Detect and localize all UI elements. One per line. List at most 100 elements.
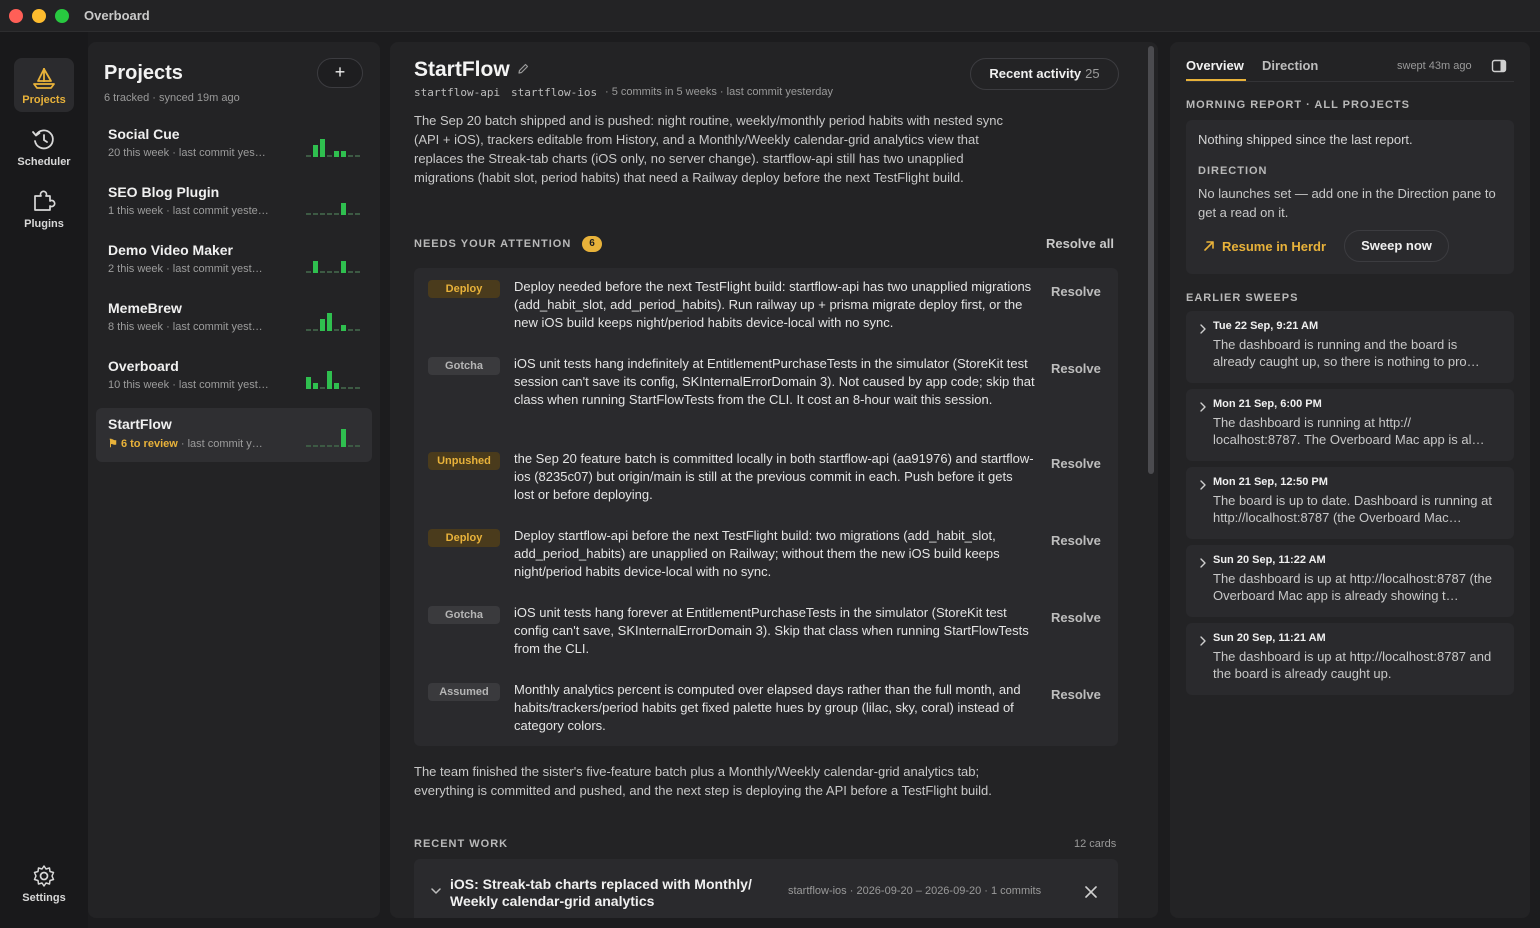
activity-bar [327,371,332,389]
review-count: 6 to review [120,438,178,450]
project-meta: 8 this week · last commit yest… [108,321,263,333]
resolve-button[interactable]: Resolve [1051,533,1101,548]
zoom-window-button[interactable] [55,9,69,23]
activity-bar-empty [355,387,360,389]
activity-bar-empty [306,329,311,331]
attention-tag: Gotcha [428,357,500,375]
activity-bar-empty [313,445,318,447]
activity-bar-empty [327,445,332,447]
resolve-button[interactable]: Resolve [1051,610,1101,625]
activity-bar [320,319,325,331]
main-scrollbar[interactable] [1146,44,1156,914]
activity-bar-empty [348,271,353,273]
activity-bar [313,261,318,273]
close-window-button[interactable] [9,9,23,23]
recent-activity-button[interactable]: Recent activity 25 [970,58,1119,90]
project-item-social-cue[interactable]: Social Cue 20 this week · last commit ye… [96,118,372,172]
project-item-seo-blog-plugin[interactable]: SEO Blog Plugin 1 this week · last commi… [96,176,372,230]
rail-label-scheduler: Scheduler [17,156,71,168]
project-meta: 10 this week · last commit yest… [108,379,269,391]
sweep-date: Sun 20 Sep, 11:22 AM [1213,554,1326,566]
sidebar-toggle-icon[interactable] [1491,58,1507,74]
pencil-icon[interactable] [516,62,530,76]
add-project-button[interactable]: + [317,58,363,88]
attention-tag: Deploy [428,529,500,547]
project-item-demo-video-maker[interactable]: Demo Video Maker 2 this week · last comm… [96,234,372,288]
activity-bar-empty [327,271,332,273]
repo-label: startflow-api [414,86,501,99]
activity-sparkline [306,261,360,273]
activity-bar-empty [306,445,311,447]
chevron-right-icon [1200,480,1206,490]
activity-bar-empty [348,213,353,215]
report-text: Nothing shipped since the last report. [1198,132,1413,147]
attention-count-badge: 6 [582,236,602,252]
direction-heading: DIRECTION [1198,165,1268,177]
activity-bar-empty [334,213,339,215]
projects-panel: Projects 6 tracked · synced 19m ago + So… [88,42,380,918]
project-meta: 1 this week · last commit yeste… [108,205,269,217]
activity-bar-empty [320,445,325,447]
activity-sparkline [306,313,360,331]
overview-panel: Overview Direction swept 43m ago MORNING… [1170,42,1530,918]
activity-sparkline [306,429,360,447]
sweep-item[interactable]: Sun 20 Sep, 11:22 AM The dashboard is up… [1186,545,1514,617]
sweep-item[interactable]: Sun 20 Sep, 11:21 AM The dashboard is up… [1186,623,1514,695]
recent-activity-label: Recent activity [989,66,1082,81]
rail-item-scheduler[interactable]: Scheduler [14,120,74,174]
attention-text: iOS unit tests hang indefinitely at Enti… [514,356,1035,407]
project-item-overboard[interactable]: Overboard 10 this week · last commit yes… [96,350,372,404]
sweep-item[interactable]: Mon 21 Sep, 6:00 PM The dashboard is run… [1186,389,1514,461]
chevron-right-icon [1200,402,1206,412]
project-detail-panel: StartFlow startflow-api startflow-ios · … [390,42,1158,918]
chevron-right-icon [1200,636,1206,646]
recent-activity-count: 25 [1085,66,1100,81]
activity-bar-empty [334,445,339,447]
activity-bar-empty [306,213,311,215]
attention-tag: Deploy [428,280,500,298]
activity-bar-empty [313,329,318,331]
resolve-button[interactable]: Resolve [1051,284,1101,299]
chevron-down-icon[interactable] [430,885,442,897]
rail-item-plugins[interactable]: Plugins [14,182,74,236]
sweep-date: Mon 21 Sep, 12:50 PM [1213,476,1328,488]
resolve-all-button[interactable]: Resolve all [1046,236,1114,251]
activity-bar-empty [313,213,318,215]
project-name: SEO Blog Plugin [108,184,220,200]
close-icon[interactable] [1084,885,1098,899]
rail-label-plugins: Plugins [24,218,64,230]
activity-sparkline [306,139,360,157]
activity-bar [341,261,346,273]
project-meta: 2 this week · last commit yest… [108,263,263,275]
rail-item-settings[interactable]: Settings [14,856,74,910]
activity-bar-empty [348,445,353,447]
activity-bar [334,151,339,157]
project-meta-text: · last commit y… [180,438,263,450]
sweep-item[interactable]: Mon 21 Sep, 12:50 PM The board is up to … [1186,467,1514,539]
activity-bar-empty [355,213,360,215]
activity-bar-empty [355,271,360,273]
tab-overview[interactable]: Overview [1186,58,1244,73]
morning-report-heading: MORNING REPORT · ALL PROJECTS [1186,99,1410,111]
arrow-up-right-icon [1204,241,1214,251]
sweep-now-button[interactable]: Sweep now [1344,230,1449,262]
tab-direction[interactable]: Direction [1262,58,1318,73]
resolve-button[interactable]: Resolve [1051,456,1101,471]
sweep-item[interactable]: Tue 22 Sep, 9:21 AM The dashboard is run… [1186,311,1514,383]
work-card[interactable]: iOS: Streak-tab charts replaced with Mon… [414,859,1118,918]
resume-in-herdr-link[interactable]: Resume in Herdr [1202,239,1326,254]
activity-bar [306,377,311,389]
resolve-button[interactable]: Resolve [1051,361,1101,376]
attention-tag: Unpushed [428,452,500,470]
scrollbar-thumb[interactable] [1148,46,1154,474]
page-title: StartFlow [414,58,510,81]
project-item-startflow[interactable]: StartFlow ⚑ 6 to review · last commit y… [96,408,372,462]
project-item-memebrew[interactable]: MemeBrew 8 this week · last commit yest… [96,292,372,346]
minimize-window-button[interactable] [32,9,46,23]
resolve-button[interactable]: Resolve [1051,687,1101,702]
project-name: Overboard [108,358,179,374]
activity-bar-empty [306,271,311,273]
rail-item-projects[interactable]: Projects [14,58,74,112]
morning-report: Nothing shipped since the last report. D… [1186,120,1514,274]
activity-bar-empty [306,155,311,157]
